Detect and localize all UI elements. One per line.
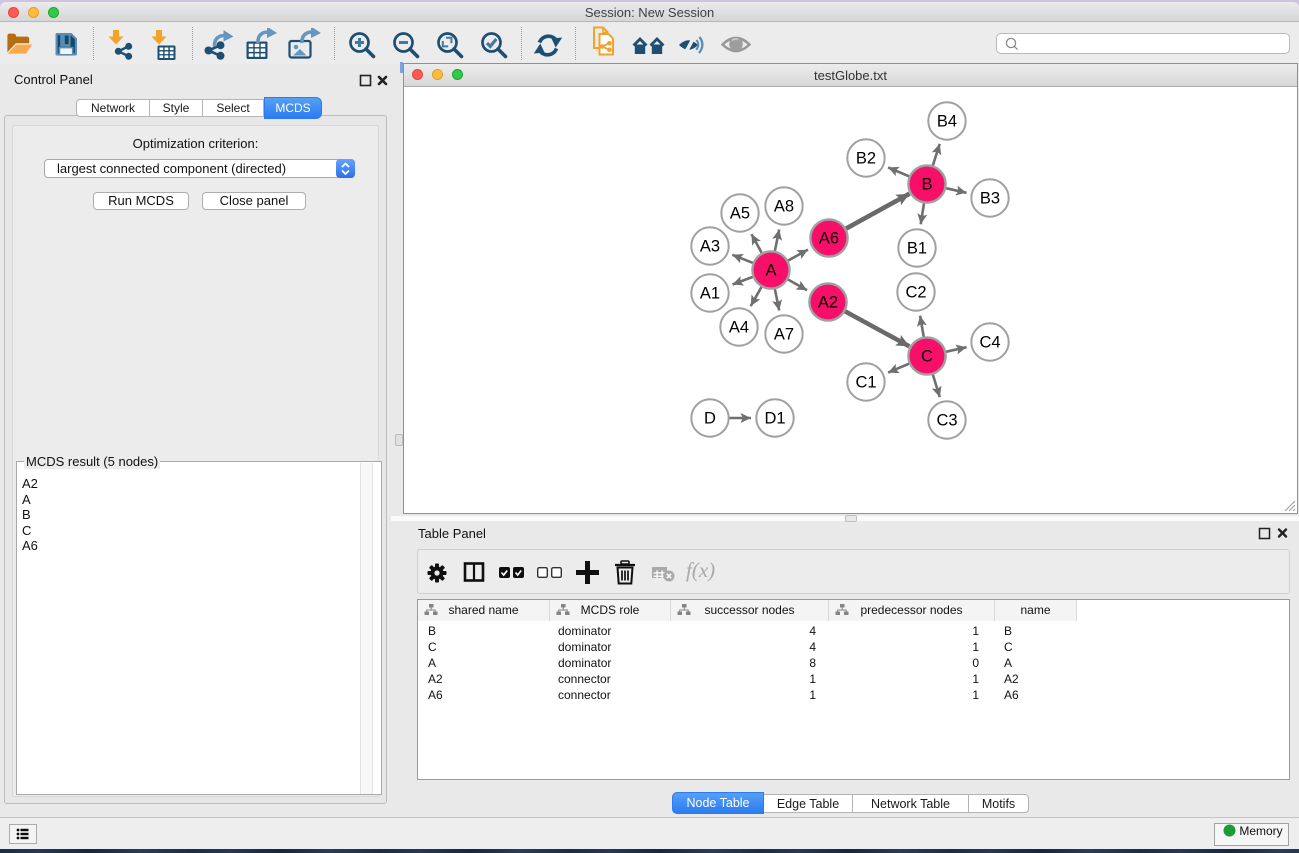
svg-text:C2: C2 bbox=[905, 284, 926, 302]
svg-text:B: B bbox=[921, 176, 932, 194]
svg-text:D1: D1 bbox=[764, 410, 785, 428]
svg-text:A5: A5 bbox=[730, 205, 750, 223]
svg-text:A4: A4 bbox=[729, 319, 749, 337]
svg-text:A2: A2 bbox=[818, 294, 838, 312]
svg-text:A7: A7 bbox=[774, 326, 794, 344]
svg-text:C3: C3 bbox=[936, 412, 957, 430]
svg-text:B2: B2 bbox=[856, 150, 876, 168]
svg-text:A: A bbox=[765, 262, 776, 280]
svg-text:B1: B1 bbox=[907, 240, 927, 258]
svg-text:C: C bbox=[921, 348, 933, 366]
svg-text:C4: C4 bbox=[979, 334, 1000, 352]
svg-text:A6: A6 bbox=[819, 230, 839, 248]
svg-text:A8: A8 bbox=[774, 198, 794, 216]
svg-text:B4: B4 bbox=[937, 113, 957, 131]
svg-text:B3: B3 bbox=[980, 190, 1000, 208]
svg-text:C1: C1 bbox=[855, 374, 876, 392]
svg-text:A1: A1 bbox=[700, 285, 720, 303]
svg-text:A3: A3 bbox=[700, 238, 720, 256]
svg-text:D: D bbox=[704, 410, 716, 428]
